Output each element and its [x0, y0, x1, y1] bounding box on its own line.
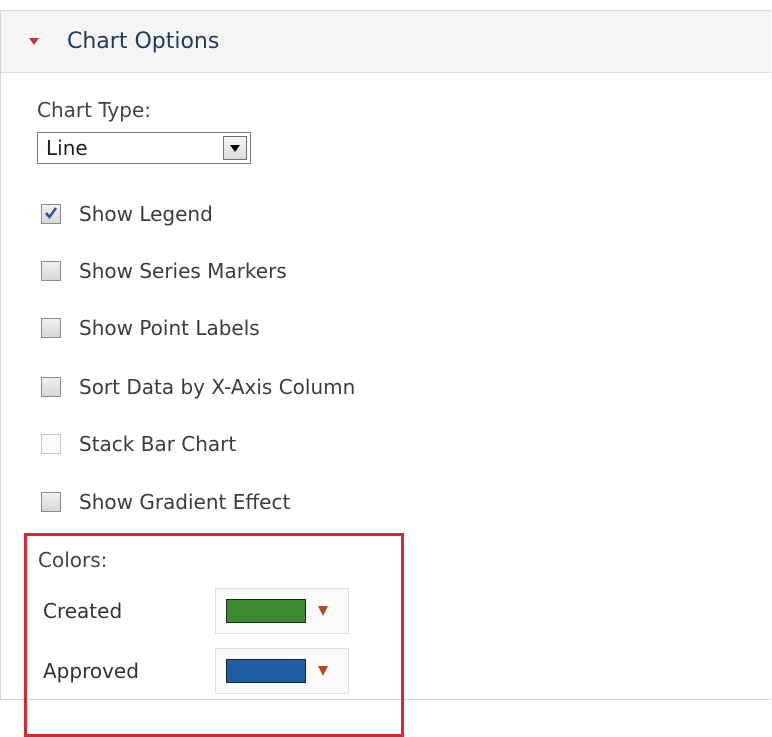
show-gradient-effect-label: Show Gradient Effect — [79, 490, 291, 514]
show-series-markers-label: Show Series Markers — [79, 259, 287, 283]
approved-color-label: Approved — [43, 659, 139, 683]
panel-header[interactable]: Chart Options — [1, 11, 771, 73]
dropdown-arrow-icon[interactable] — [223, 136, 247, 160]
show-legend-label: Show Legend — [79, 202, 213, 226]
option-show-legend[interactable]: Show Legend — [41, 202, 213, 226]
show-point-labels-checkbox[interactable] — [41, 318, 61, 338]
chart-type-label: Chart Type: — [37, 98, 151, 122]
color-row-created: Created — [43, 588, 349, 634]
created-color-swatch — [226, 599, 306, 623]
picker-dropdown-icon[interactable] — [318, 606, 328, 616]
sort-data-checkbox[interactable] — [41, 377, 61, 397]
stack-bar-chart-label: Stack Bar Chart — [79, 432, 237, 456]
panel-body: Chart Type: Line Show Legend Show Series… — [1, 73, 771, 737]
show-legend-checkbox[interactable] — [41, 204, 61, 224]
option-show-series-markers[interactable]: Show Series Markers — [41, 259, 287, 283]
chart-type-value: Line — [46, 136, 88, 160]
colors-highlight-box: Colors: Created Approved — [24, 533, 404, 737]
show-series-markers-checkbox[interactable] — [41, 261, 61, 281]
approved-color-picker[interactable] — [215, 648, 349, 694]
chart-options-panel: Chart Options Chart Type: Line Show Lege… — [0, 10, 771, 737]
option-show-gradient-effect[interactable]: Show Gradient Effect — [41, 490, 290, 514]
collapse-caret-icon[interactable] — [29, 38, 39, 45]
chart-type-select[interactable]: Line — [37, 132, 251, 164]
approved-color-swatch — [226, 659, 306, 683]
show-point-labels-label: Show Point Labels — [79, 316, 260, 340]
option-stack-bar-chart: Stack Bar Chart — [41, 432, 236, 456]
color-row-approved: Approved — [43, 648, 349, 694]
sort-data-label: Sort Data by X-Axis Column — [79, 375, 356, 399]
panel-title: Chart Options — [67, 29, 220, 54]
option-show-point-labels[interactable]: Show Point Labels — [41, 316, 260, 340]
option-sort-data[interactable]: Sort Data by X-Axis Column — [41, 375, 355, 399]
created-color-label: Created — [43, 599, 123, 623]
checkmark-icon — [45, 207, 58, 220]
colors-title: Colors: — [38, 548, 108, 572]
stack-bar-chart-checkbox — [41, 434, 61, 454]
created-color-picker[interactable] — [215, 588, 349, 634]
picker-dropdown-icon[interactable] — [318, 666, 328, 676]
show-gradient-effect-checkbox[interactable] — [41, 492, 61, 512]
